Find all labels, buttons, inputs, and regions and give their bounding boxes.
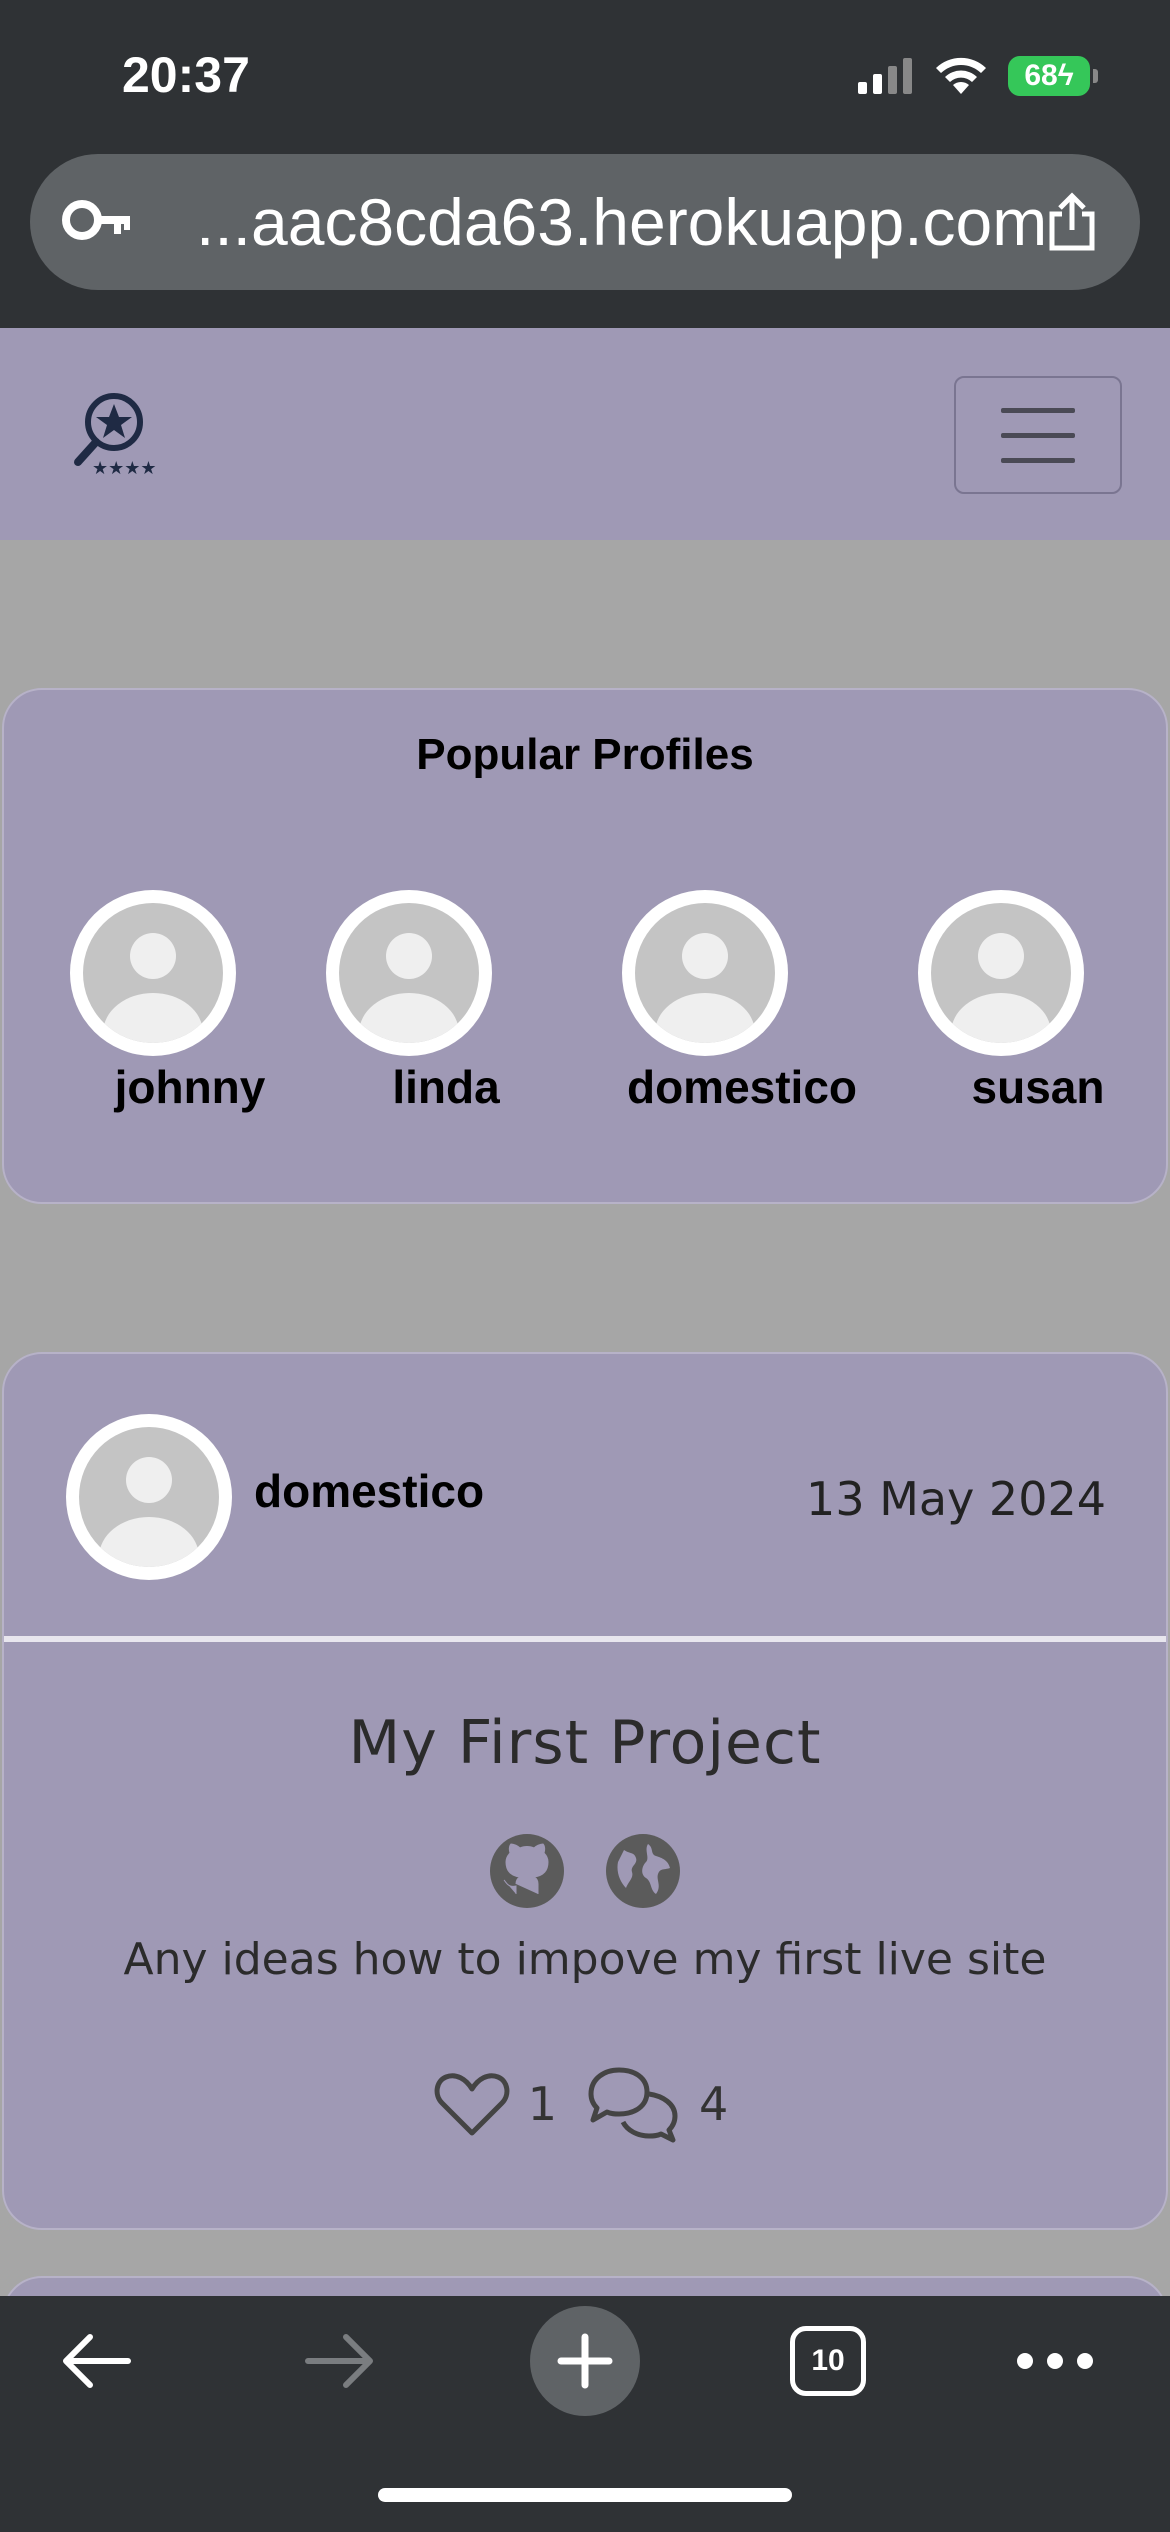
wifi-icon xyxy=(936,57,986,94)
profile-linda[interactable]: linda xyxy=(326,890,566,1113)
avatar-placeholder-icon xyxy=(83,903,223,1043)
comments-icon[interactable] xyxy=(583,2064,683,2144)
more-icon[interactable] xyxy=(1010,2326,1100,2396)
avatar-placeholder-icon xyxy=(79,1427,219,1567)
address-bar[interactable]: ...aac8cda63.herokuapp.com xyxy=(30,154,1140,290)
home-indicator xyxy=(378,2488,792,2502)
avatar[interactable] xyxy=(70,890,236,1056)
profile-name[interactable]: linda xyxy=(286,1060,606,1114)
avatar[interactable] xyxy=(918,890,1084,1056)
key-icon[interactable] xyxy=(62,198,132,242)
heart-icon[interactable] xyxy=(432,2069,512,2139)
more-dot xyxy=(1077,2353,1093,2369)
site-navbar: ★★★★ xyxy=(0,328,1170,540)
url-text[interactable]: ...aac8cda63.herokuapp.com xyxy=(196,184,1047,260)
post-date: 13 May 2024 xyxy=(806,1472,1106,1526)
profile-name[interactable]: domestico xyxy=(582,1060,902,1114)
popular-profiles-title: Popular Profiles xyxy=(416,730,754,779)
hamburger-menu-icon xyxy=(1001,407,1075,413)
new-tab-button[interactable] xyxy=(530,2306,640,2416)
back-button[interactable] xyxy=(56,2326,136,2396)
back-arrow-icon xyxy=(63,2334,131,2388)
avatar-placeholder-icon xyxy=(635,903,775,1043)
more-dot xyxy=(1017,2353,1033,2369)
hamburger-line xyxy=(1001,432,1075,438)
status-time: 20:37 xyxy=(122,47,250,103)
forward-button[interactable] xyxy=(300,2326,380,2396)
post-text: Any ideas how to impove my first live si… xyxy=(123,1934,1047,1985)
profile-susan[interactable]: susan xyxy=(918,890,1158,1113)
post-title: My First Project xyxy=(348,1708,822,1778)
magnifier-star-logo[interactable]: ★★★★ xyxy=(70,388,162,478)
post-header: domestico 13 May 2024 xyxy=(4,1354,1166,1642)
status-icons: 68 ϟ xyxy=(856,56,1098,96)
like-count: 1 xyxy=(527,2077,557,2131)
signal-icon xyxy=(858,58,912,94)
avatar[interactable] xyxy=(326,890,492,1056)
more-dot xyxy=(1047,2353,1063,2369)
avatar-placeholder-icon xyxy=(931,903,1071,1043)
profile-name[interactable]: susan xyxy=(878,1060,1170,1114)
tabs-button[interactable]: 10 xyxy=(790,2326,866,2396)
forward-arrow-icon xyxy=(305,2334,373,2388)
plus-icon xyxy=(557,2333,613,2389)
battery-level: 68 xyxy=(1024,59,1058,92)
profile-domestico[interactable]: domestico xyxy=(622,890,862,1113)
post-author[interactable]: domestico xyxy=(254,1464,484,1518)
avatar-placeholder-icon xyxy=(339,903,479,1043)
comment-count: 4 xyxy=(699,2077,729,2131)
svg-text:★★★★: ★★★★ xyxy=(92,458,157,478)
globe-icon[interactable] xyxy=(604,1832,682,1910)
avatar[interactable] xyxy=(622,890,788,1056)
battery-charging-icon: 68 ϟ xyxy=(1008,56,1098,96)
navbar-toggle-button[interactable] xyxy=(954,376,1122,494)
hamburger-line xyxy=(1001,457,1075,463)
browser-top-chrome: 20:37 68 ϟ ...aac8cda63.herokuapp.com xyxy=(0,0,1170,328)
post-card: domestico 13 May 2024 My First Project A… xyxy=(2,1352,1168,2230)
share-icon[interactable] xyxy=(1044,192,1100,252)
post-links xyxy=(4,1832,1166,1910)
profile-johnny[interactable]: johnny xyxy=(70,890,310,1113)
post-stats: 1 4 xyxy=(4,2064,1166,2144)
bolt-icon: ϟ xyxy=(1057,59,1074,92)
github-icon[interactable] xyxy=(488,1832,566,1910)
popular-profiles-card: Popular Profiles johnny linda domestico … xyxy=(2,688,1168,1204)
post-author-avatar[interactable] xyxy=(66,1414,232,1580)
